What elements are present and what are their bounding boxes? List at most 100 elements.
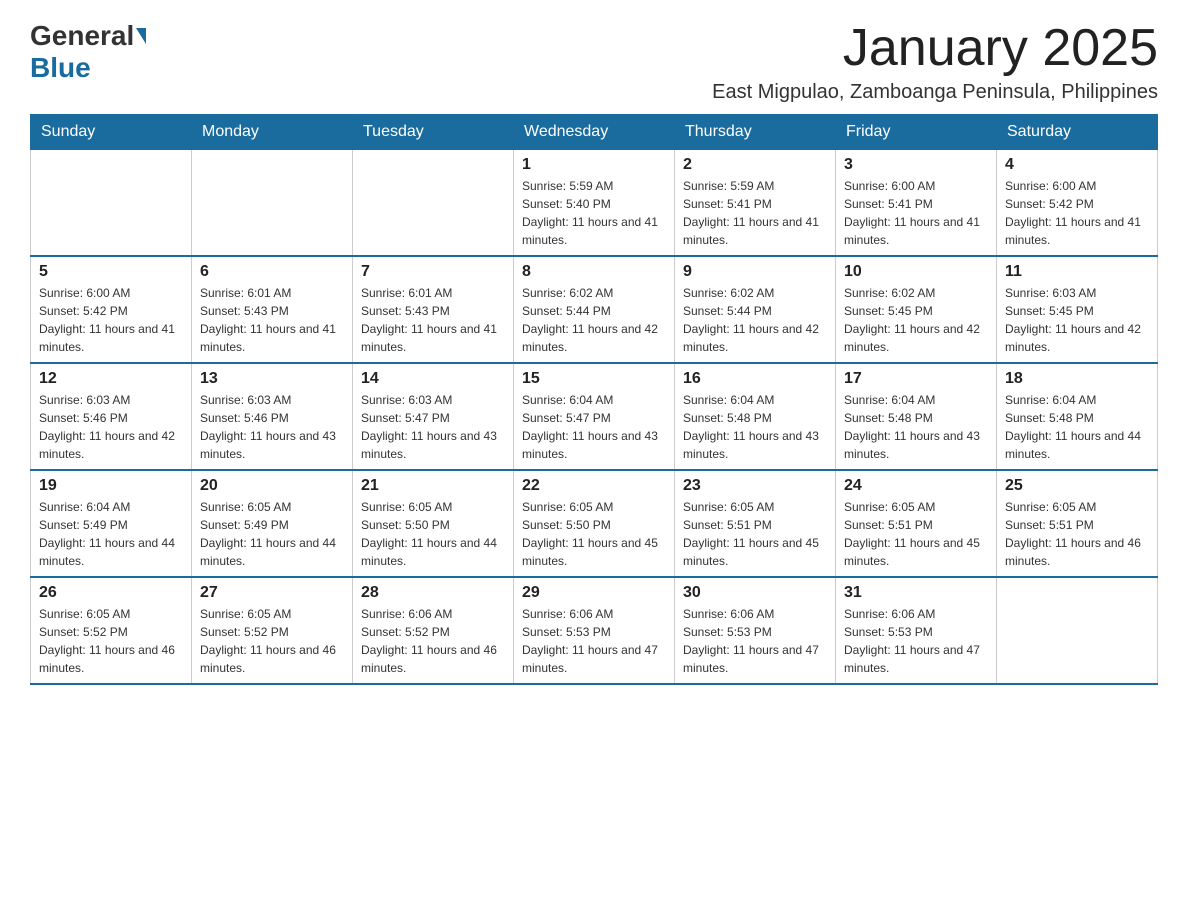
day-info: Sunrise: 6:04 AMSunset: 5:47 PMDaylight:… [522,391,666,463]
calendar-cell [997,577,1158,684]
calendar-cell: 7Sunrise: 6:01 AMSunset: 5:43 PMDaylight… [353,256,514,363]
calendar-cell [353,150,514,257]
day-number: 26 [39,584,183,602]
day-number: 7 [361,263,505,281]
day-number: 25 [1005,477,1149,495]
day-number: 15 [522,370,666,388]
calendar-cell: 14 Sunrise: 6:03 AMSunset: 5:47 PMDayligh… [353,363,514,470]
calendar-cell: 13 Sunrise: 6:03 AMSunset: 5:46 PMDayligh… [192,363,353,470]
day-info: Sunrise: 6:00 AMSunset: 5:42 PMDaylight:… [39,284,183,356]
day-number: 28 [361,584,505,602]
weekday-header-saturday: Saturday [997,115,1158,150]
day-number: 1 [522,156,666,174]
day-number: 9 [683,263,827,281]
day-number: 17 [844,370,988,388]
day-number: 31 [844,584,988,602]
day-number: 5 [39,263,183,281]
day-info: Sunrise: 6:04 AMSunset: 5:49 PMDaylight:… [39,498,183,570]
day-info: Sunrise: 6:00 AMSunset: 5:42 PMDaylight:… [1005,177,1149,249]
calendar-week-row: 26 Sunrise: 6:05 AMSunset: 5:52 PMDayligh… [31,577,1158,684]
day-info: Sunrise: 6:02 AMSunset: 5:44 PMDaylight:… [522,284,666,356]
day-number: 27 [200,584,344,602]
day-number: 12 [39,370,183,388]
day-info: Sunrise: 6:05 AMSunset: 5:51 PMDaylight:… [683,498,827,570]
day-info: Sunrise: 6:05 AMSunset: 5:50 PMDaylight:… [361,498,505,570]
day-info: Sunrise: 6:05 AMSunset: 5:52 PMDaylight:… [39,605,183,677]
day-number: 13 [200,370,344,388]
calendar-cell: 11 Sunrise: 6:03 AMSunset: 5:45 PMDayligh… [997,256,1158,363]
calendar-cell: 8 Sunrise: 6:02 AMSunset: 5:44 PMDaylight… [514,256,675,363]
weekday-header-sunday: Sunday [31,115,192,150]
day-info: Sunrise: 6:00 AMSunset: 5:41 PMDaylight:… [844,177,988,249]
day-number: 8 [522,263,666,281]
day-number: 6 [200,263,344,281]
day-number: 2 [683,156,827,174]
calendar-cell: 17 Sunrise: 6:04 AMSunset: 5:48 PMDayligh… [836,363,997,470]
day-info: Sunrise: 6:04 AMSunset: 5:48 PMDaylight:… [844,391,988,463]
day-number: 30 [683,584,827,602]
day-number: 20 [200,477,344,495]
weekday-header-friday: Friday [836,115,997,150]
day-info: Sunrise: 6:05 AMSunset: 5:51 PMDaylight:… [844,498,988,570]
day-info: Sunrise: 6:04 AMSunset: 5:48 PMDaylight:… [683,391,827,463]
day-number: 19 [39,477,183,495]
day-info: Sunrise: 5:59 AMSunset: 5:41 PMDaylight:… [683,177,827,249]
calendar-cell: 5 Sunrise: 6:00 AMSunset: 5:42 PMDaylight… [31,256,192,363]
day-info: Sunrise: 6:03 AMSunset: 5:45 PMDaylight:… [1005,284,1149,356]
calendar-cell: 28Sunrise: 6:06 AMSunset: 5:52 PMDayligh… [353,577,514,684]
calendar-cell: 3 Sunrise: 6:00 AMSunset: 5:41 PMDaylight… [836,150,997,257]
calendar-cell: 25Sunrise: 6:05 AMSunset: 5:51 PMDayligh… [997,470,1158,577]
weekday-header-row: SundayMondayTuesdayWednesdayThursdayFrid… [31,115,1158,150]
day-info: Sunrise: 6:02 AMSunset: 5:45 PMDaylight:… [844,284,988,356]
day-info: Sunrise: 6:05 AMSunset: 5:49 PMDaylight:… [200,498,344,570]
day-number: 14 [361,370,505,388]
calendar-cell: 21 Sunrise: 6:05 AMSunset: 5:50 PMDayligh… [353,470,514,577]
logo: General Blue [30,20,148,84]
calendar-cell: 10Sunrise: 6:02 AMSunset: 5:45 PMDayligh… [836,256,997,363]
month-title: January 2025 [712,20,1158,77]
calendar-cell: 16Sunrise: 6:04 AMSunset: 5:48 PMDayligh… [675,363,836,470]
calendar-cell: 31 Sunrise: 6:06 AMSunset: 5:53 PMDayligh… [836,577,997,684]
weekday-header-thursday: Thursday [675,115,836,150]
logo-general-text: General [30,20,134,52]
day-info: Sunrise: 6:05 AMSunset: 5:50 PMDaylight:… [522,498,666,570]
calendar-cell: 1Sunrise: 5:59 AMSunset: 5:40 PMDaylight… [514,150,675,257]
calendar-cell: 22Sunrise: 6:05 AMSunset: 5:50 PMDayligh… [514,470,675,577]
calendar-cell: 18Sunrise: 6:04 AMSunset: 5:48 PMDayligh… [997,363,1158,470]
calendar-cell: 27 Sunrise: 6:05 AMSunset: 5:52 PMDayligh… [192,577,353,684]
day-info: Sunrise: 6:05 AMSunset: 5:52 PMDaylight:… [200,605,344,677]
location-subtitle: East Migpulao, Zamboanga Peninsula, Phil… [712,81,1158,104]
calendar-cell: 26 Sunrise: 6:05 AMSunset: 5:52 PMDayligh… [31,577,192,684]
day-info: Sunrise: 6:06 AMSunset: 5:53 PMDaylight:… [844,605,988,677]
day-number: 4 [1005,156,1149,174]
calendar-cell: 23Sunrise: 6:05 AMSunset: 5:51 PMDayligh… [675,470,836,577]
day-info: Sunrise: 6:02 AMSunset: 5:44 PMDaylight:… [683,284,827,356]
calendar-cell [31,150,192,257]
day-number: 24 [844,477,988,495]
day-number: 21 [361,477,505,495]
calendar-cell: 2 Sunrise: 5:59 AMSunset: 5:41 PMDaylight… [675,150,836,257]
calendar-cell: 15 Sunrise: 6:04 AMSunset: 5:47 PMDayligh… [514,363,675,470]
day-number: 18 [1005,370,1149,388]
day-info: Sunrise: 6:01 AMSunset: 5:43 PMDaylight:… [200,284,344,356]
title-area: January 2025 East Migpulao, Zamboanga Pe… [712,20,1158,104]
calendar-week-row: 12 Sunrise: 6:03 AMSunset: 5:46 PMDayligh… [31,363,1158,470]
calendar-cell: 30 Sunrise: 6:06 AMSunset: 5:53 PMDayligh… [675,577,836,684]
weekday-header-tuesday: Tuesday [353,115,514,150]
day-number: 3 [844,156,988,174]
weekday-header-wednesday: Wednesday [514,115,675,150]
calendar-cell: 19 Sunrise: 6:04 AMSunset: 5:49 PMDayligh… [31,470,192,577]
day-info: Sunrise: 6:03 AMSunset: 5:46 PMDaylight:… [39,391,183,463]
calendar-table: SundayMondayTuesdayWednesdayThursdayFrid… [30,114,1158,685]
calendar-cell [192,150,353,257]
weekday-header-monday: Monday [192,115,353,150]
calendar-cell: 24 Sunrise: 6:05 AMSunset: 5:51 PMDayligh… [836,470,997,577]
day-number: 11 [1005,263,1149,281]
day-info: Sunrise: 6:06 AMSunset: 5:53 PMDaylight:… [683,605,827,677]
calendar-cell: 4 Sunrise: 6:00 AMSunset: 5:42 PMDaylight… [997,150,1158,257]
day-info: Sunrise: 6:03 AMSunset: 5:46 PMDaylight:… [200,391,344,463]
calendar-cell: 20 Sunrise: 6:05 AMSunset: 5:49 PMDayligh… [192,470,353,577]
day-info: Sunrise: 6:03 AMSunset: 5:47 PMDaylight:… [361,391,505,463]
calendar-week-row: 1Sunrise: 5:59 AMSunset: 5:40 PMDaylight… [31,150,1158,257]
calendar-week-row: 19 Sunrise: 6:04 AMSunset: 5:49 PMDayligh… [31,470,1158,577]
